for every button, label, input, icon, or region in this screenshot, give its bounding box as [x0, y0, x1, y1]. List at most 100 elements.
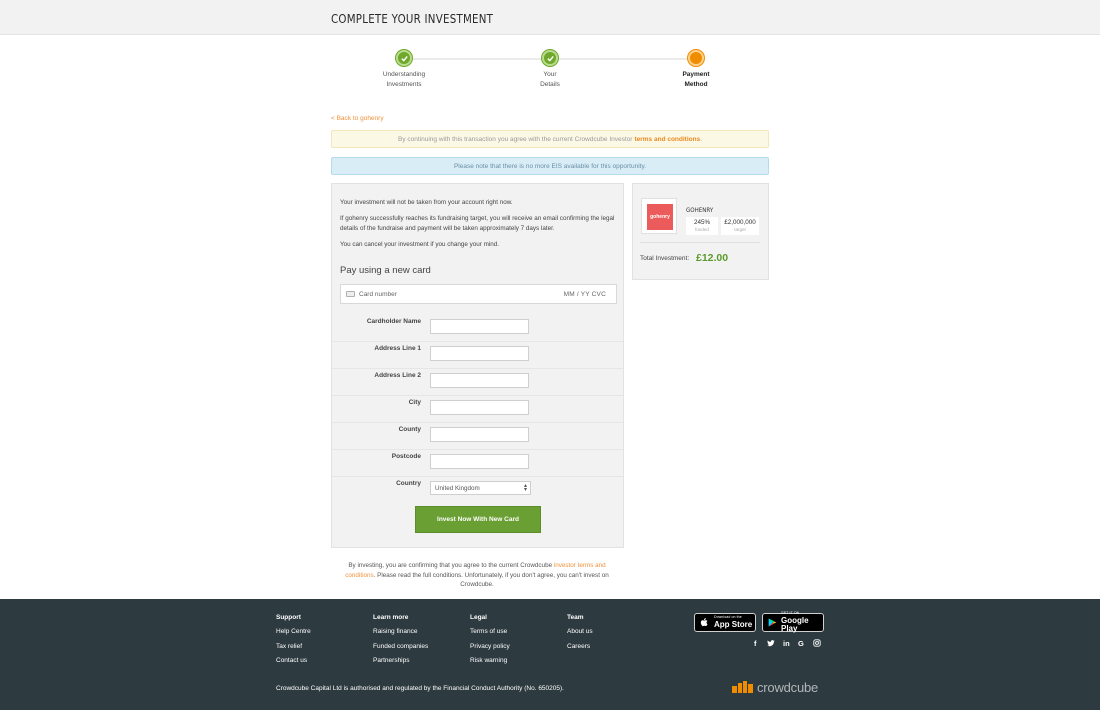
footer-link-risk-warning[interactable]: Risk warning [470, 657, 510, 664]
google-play-text: Google Play [781, 615, 809, 633]
current-step-icon [688, 50, 704, 66]
payment-panel: Your investment will not be taken from y… [331, 183, 624, 548]
footer-heading: Learn more [373, 614, 409, 621]
instagram-icon[interactable] [813, 639, 821, 649]
terms-notice: By continuing with this transaction you … [331, 130, 769, 148]
target-label: target [734, 227, 746, 232]
address-line-2-input[interactable] [430, 373, 529, 388]
address-line-1-input[interactable] [430, 346, 529, 361]
county-input[interactable] [430, 427, 529, 442]
linkedin-icon[interactable]: in [783, 639, 790, 648]
step-label: Understanding [382, 71, 426, 78]
footer-heading: Team [567, 614, 584, 621]
form-row-cardholder: Cardholder Name [332, 315, 623, 342]
info-text: If gohenry successfully reaches its fund… [340, 215, 615, 232]
footer-heading: Support [276, 614, 301, 621]
footer-legal-column: Legal Terms of use Privacy policy Risk w… [470, 614, 510, 672]
info-text: Your investment will not be taken from y… [340, 199, 513, 206]
eis-notice: Please note that there is no more EIS av… [331, 157, 769, 175]
check-icon [396, 50, 412, 66]
card-number-placeholder: Card number [359, 291, 397, 298]
company-name: GOHENRY [686, 206, 714, 214]
cardholder-label: Cardholder Name [366, 318, 421, 325]
footer-link-careers[interactable]: Careers [567, 643, 593, 650]
investment-summary: gohenry GOHENRY 245% funded £2,000,000 t… [632, 183, 769, 280]
step-payment-method: Payment Method [646, 50, 746, 89]
city-input[interactable] [430, 400, 529, 415]
investment-disclaimer: By investing, you are confirming that yo… [344, 561, 610, 590]
page-header: COMPLETE YOUR INVESTMENT [0, 0, 1100, 35]
crowdcube-logo[interactable]: crowdcube [732, 679, 818, 695]
step-label: Details [540, 80, 560, 88]
footer-link-terms-of-use[interactable]: Terms of use [470, 628, 510, 635]
step-your-details: Your Details [500, 50, 600, 89]
footer-learn-column: Learn more Raising finance Funded compan… [373, 614, 428, 672]
credit-card-icon [346, 291, 355, 297]
address-line-2-label: Address Line 2 [374, 372, 421, 379]
card-expiry-cvc-placeholder: MM / YY CVC [563, 291, 606, 298]
google-play-icon [768, 618, 777, 627]
cardholder-name-input[interactable] [430, 319, 529, 334]
back-link[interactable]: < Back to gohenry [331, 115, 384, 122]
footer-link-help-centre[interactable]: Help Centre [276, 628, 311, 635]
country-label: Country [396, 480, 421, 487]
target-stat: £2,000,000 target [721, 217, 759, 235]
total-investment-value: £12.00 [696, 252, 729, 264]
form-row-city: City [332, 396, 623, 423]
form-row-address1: Address Line 1 [332, 342, 623, 369]
disclaimer-text: . Please read the full conditions. Unfor… [373, 571, 609, 589]
footer-link-contact-us[interactable]: Contact us [276, 657, 311, 664]
step-label: Method [684, 80, 708, 88]
postcode-input[interactable] [430, 454, 529, 469]
payment-section-title: Pay using a new card [340, 265, 431, 276]
footer-link-raising-finance[interactable]: Raising finance [373, 628, 428, 635]
disclaimer-text: By investing, you are confirming that yo… [348, 562, 553, 569]
footer-link-about-us[interactable]: About us [567, 628, 593, 635]
info-text: You can cancel your investment if you ch… [340, 241, 500, 248]
card-input[interactable]: Card number MM / YY CVC [340, 284, 617, 304]
footer-heading: Legal [470, 614, 487, 621]
country-select-value: United Kingdom [435, 485, 480, 492]
terms-link[interactable]: terms and conditions [634, 136, 700, 143]
footer-team-column: Team About us Careers [567, 614, 593, 657]
country-select[interactable]: United Kingdom ▴ ▾ [430, 481, 531, 495]
crowdcube-logo-mark [732, 681, 753, 693]
select-arrows-icon: ▴ ▾ [523, 483, 527, 493]
county-label: County [398, 426, 421, 433]
terms-notice-end: . [700, 135, 703, 143]
funded-value: 245% [693, 219, 711, 226]
google-play-badge[interactable]: GET IT ON Google Play [762, 612, 824, 633]
facebook-icon[interactable]: f [754, 639, 757, 648]
regulatory-text: Crowdcube Capital Ltd is authorised and … [276, 685, 564, 692]
terms-notice-text: By continuing with this transaction you … [397, 135, 633, 143]
app-store-text: App Store [714, 619, 753, 629]
footer-link-funded-companies[interactable]: Funded companies [373, 643, 428, 650]
total-investment-label: Total Investment: [640, 255, 690, 262]
twitter-icon[interactable] [767, 639, 775, 649]
company-logo: gohenry [641, 198, 677, 234]
footer-support-column: Support Help Centre Tax relief Contact u… [276, 614, 311, 672]
step-understanding-investments: Understanding Investments [354, 50, 454, 89]
check-icon [542, 50, 558, 66]
crowdcube-wordmark: crowdcube [757, 679, 819, 695]
form-row-postcode: Postcode [332, 450, 623, 477]
address-line-1-label: Address Line 1 [374, 345, 421, 352]
company-logo-text: gohenry [647, 204, 673, 230]
form-row-county: County [332, 423, 623, 450]
city-label: City [408, 399, 421, 406]
google-icon[interactable]: G [798, 639, 804, 648]
page-title: COMPLETE YOUR INVESTMENT [331, 11, 494, 26]
footer-link-tax-relief[interactable]: Tax relief [276, 643, 311, 650]
step-label: Investments [386, 80, 422, 88]
funded-label: funded [695, 227, 709, 232]
form-row-address2: Address Line 2 [332, 369, 623, 396]
app-store-badge[interactable]: Download on the App Store [694, 613, 756, 632]
apple-icon [700, 618, 708, 627]
footer-link-partnerships[interactable]: Partnerships [373, 657, 428, 664]
target-value: £2,000,000 [724, 219, 756, 226]
invest-now-button[interactable]: Invest Now With New Card [415, 506, 541, 533]
summary-divider [640, 242, 760, 243]
step-label: Your [543, 71, 557, 78]
step-label: Payment [682, 71, 710, 78]
footer-link-privacy-policy[interactable]: Privacy policy [470, 643, 510, 650]
